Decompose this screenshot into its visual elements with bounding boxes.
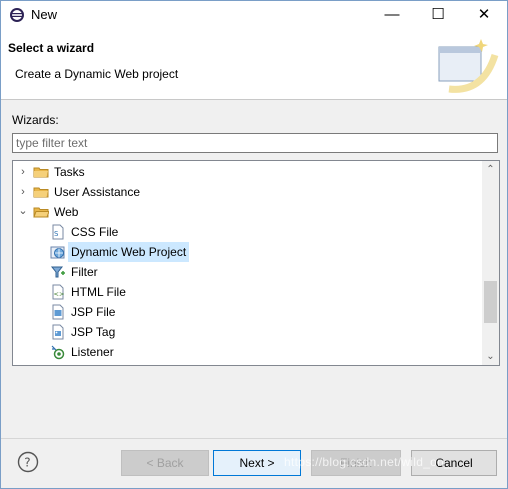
tree-item-label: Tasks — [54, 165, 85, 179]
back-button[interactable]: < Back — [121, 450, 209, 476]
tree-item-label: JSP File — [71, 305, 116, 319]
jsp-file-icon — [52, 304, 64, 320]
tree-item-label: JSP Tag — [71, 325, 116, 339]
chevron-down-icon[interactable]: ⌄ — [18, 201, 28, 221]
close-button[interactable]: ✕ — [461, 1, 507, 29]
new-wizard-banner-icon — [438, 39, 499, 93]
new-wizard-dialog: New — ☐ ✕ Select a wizard Create a Dynam… — [0, 0, 508, 489]
folder-icon — [33, 167, 49, 178]
close-icon: ✕ — [477, 6, 491, 23]
folder-open-icon — [33, 207, 49, 218]
svg-text:<>: <> — [54, 290, 65, 298]
css-file-icon: S — [52, 224, 64, 240]
tree-item-label: Filter — [71, 265, 98, 279]
page-description: Create a Dynamic Web project — [15, 67, 179, 81]
page-title: Select a wizard — [8, 41, 95, 55]
chevron-right-icon[interactable]: › — [18, 162, 28, 182]
wizard-tree[interactable]: › Tasks › User Assistance ⌄ Web S CSS Fi… — [12, 160, 500, 366]
svg-text:S: S — [54, 230, 59, 238]
maximize-icon: ☐ — [431, 6, 445, 23]
window-title: New — [31, 7, 58, 22]
help-icon[interactable]: ? — [17, 451, 39, 473]
filter-icon — [50, 266, 65, 278]
html-file-icon: <> — [52, 284, 65, 300]
watermark: https://blog.csdn.net/wild_on_ — [284, 455, 452, 469]
eclipse-icon — [10, 8, 24, 22]
footer-separator — [1, 438, 507, 439]
chevron-right-icon[interactable]: › — [18, 182, 28, 202]
jsp-tag-icon — [52, 324, 64, 340]
minimize-icon: — — [384, 6, 400, 23]
tree-item-label: Dynamic Web Project — [68, 242, 190, 262]
wizards-label: Wizards: — [12, 113, 59, 127]
scroll-down-icon[interactable]: ⌄ — [482, 348, 499, 365]
wizard-filter-input[interactable] — [12, 133, 498, 153]
tree-item-label: User Assistance — [54, 185, 141, 199]
tree-vertical-scrollbar[interactable]: ⌃ ⌄ — [482, 161, 499, 365]
title-bar[interactable]: New — ☐ ✕ — [1, 1, 507, 29]
tree-item-label: HTML File — [71, 285, 126, 299]
svg-text:?: ? — [24, 456, 30, 470]
maximize-button[interactable]: ☐ — [415, 1, 461, 29]
scrollbar-thumb[interactable] — [484, 281, 497, 323]
scroll-up-icon[interactable]: ⌃ — [482, 161, 499, 178]
listener-icon — [51, 345, 65, 360]
dynamic-web-project-icon — [50, 246, 65, 259]
wizard-header: Select a wizard Create a Dynamic Web pro… — [1, 29, 507, 100]
folder-icon — [33, 187, 49, 198]
minimize-button[interactable]: — — [369, 1, 415, 29]
tree-item-label: Web — [54, 205, 79, 219]
tree-item-label: CSS File — [71, 225, 119, 239]
tree-item-label: Listener — [71, 345, 114, 359]
